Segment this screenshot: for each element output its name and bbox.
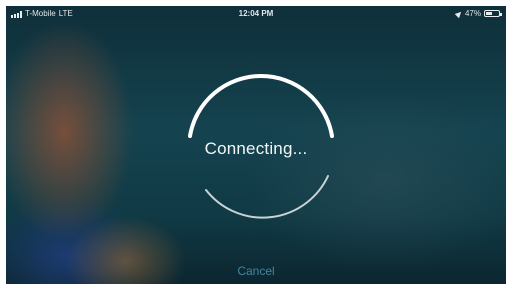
cancel-button[interactable]: Cancel xyxy=(6,264,506,278)
battery-fill xyxy=(486,12,492,15)
status-right: 47% xyxy=(454,9,502,18)
spinner-bottom-arc xyxy=(205,175,329,219)
status-bar: T-Mobile LTE 12:04 PM 47% xyxy=(6,6,506,20)
spinner-top-arc xyxy=(188,74,334,138)
battery-icon xyxy=(484,10,502,17)
status-time: 12:04 PM xyxy=(238,9,274,18)
battery-percent: 47% xyxy=(464,9,481,18)
location-arrow-icon xyxy=(454,9,464,18)
call-screen: T-Mobile LTE 12:04 PM 47% Connecting... … xyxy=(6,6,506,284)
connecting-status-text: Connecting... xyxy=(204,139,308,158)
